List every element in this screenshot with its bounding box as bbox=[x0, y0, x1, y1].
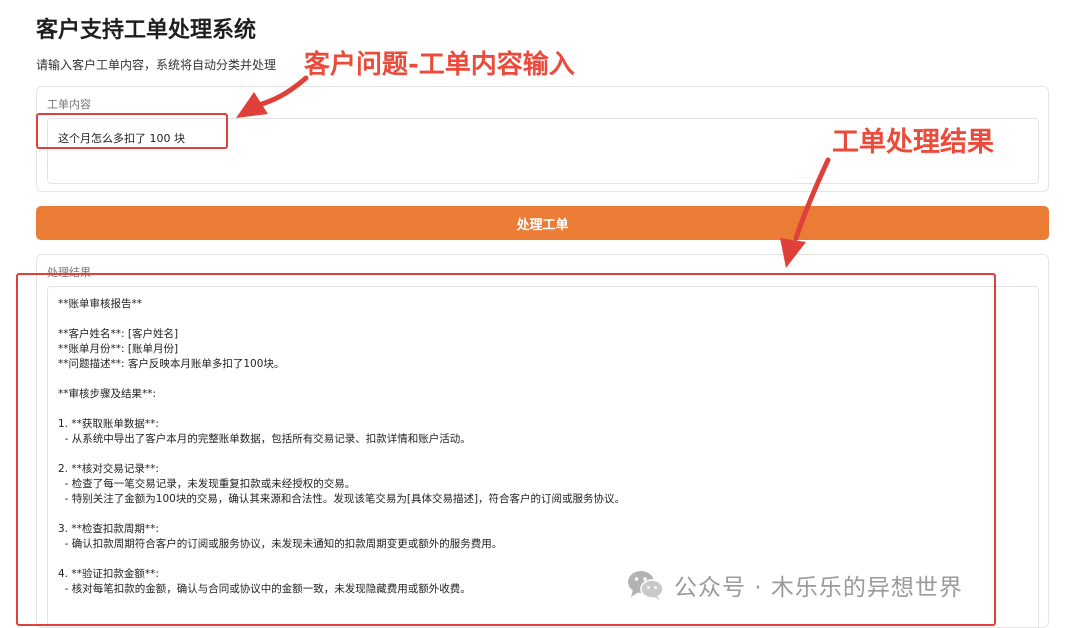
input-annotation-text: 客户问题-工单内容输入 bbox=[304, 50, 575, 80]
result-line: - 特别关注了金额为100块的交易，确认其来源和合法性。发现该笔交易为[具体交易… bbox=[58, 493, 626, 505]
result-line: **问题描述**: 客户反映本月账单多扣了100块。 bbox=[58, 358, 285, 370]
result-line bbox=[58, 372, 1028, 387]
result-line: **账单月份**: [账单月份] bbox=[58, 343, 179, 355]
process-ticket-button[interactable]: 处理工单 bbox=[36, 206, 1049, 240]
result-line: **账单审核报告** bbox=[58, 298, 142, 310]
page-title: 客户支持工单处理系统 bbox=[36, 18, 257, 43]
result-line: - 从系统中导出了客户本月的完整账单数据，包括所有交易记录、扣款详情和账户活动。 bbox=[58, 433, 471, 445]
output-annotation-text: 工单处理结果 bbox=[832, 127, 994, 158]
result-line bbox=[58, 402, 1028, 417]
result-line: - 检查了每一笔交易记录，未发现重复扣款或未经授权的交易。 bbox=[58, 478, 356, 490]
result-line: **审核步骤及结果**: bbox=[58, 388, 157, 400]
result-line: 3. **检查扣款周期**: bbox=[58, 523, 159, 535]
result-line: 2. **核对交易记录**: bbox=[58, 463, 159, 475]
watermark-text: 公众号 · 木乐乐的异想世界 bbox=[674, 575, 963, 601]
result-line: **客户姓名**: [客户姓名] bbox=[58, 328, 179, 340]
page: 客户支持工单处理系统 请输入客户工单内容，系统将自动分类并处理 工单内容 这个月… bbox=[0, 0, 1080, 628]
result-line bbox=[58, 312, 1028, 327]
watermark: 公众号 · 木乐乐的异想世界 bbox=[626, 568, 963, 602]
ticket-input-label: 工单内容 bbox=[47, 98, 91, 111]
result-line bbox=[58, 447, 1028, 462]
wechat-icon bbox=[628, 571, 664, 600]
result-line: - 确认扣款周期符合客户的订阅或服务协议，未发现未通知的扣款周期变更或额外的服务… bbox=[58, 538, 503, 550]
result-line bbox=[58, 507, 1028, 522]
result-label: 处理结果 bbox=[47, 266, 91, 279]
result-line: 1. **获取账单数据**: bbox=[58, 418, 159, 430]
result-line bbox=[58, 552, 1028, 567]
page-subtitle: 请输入客户工单内容，系统将自动分类并处理 bbox=[36, 58, 277, 72]
